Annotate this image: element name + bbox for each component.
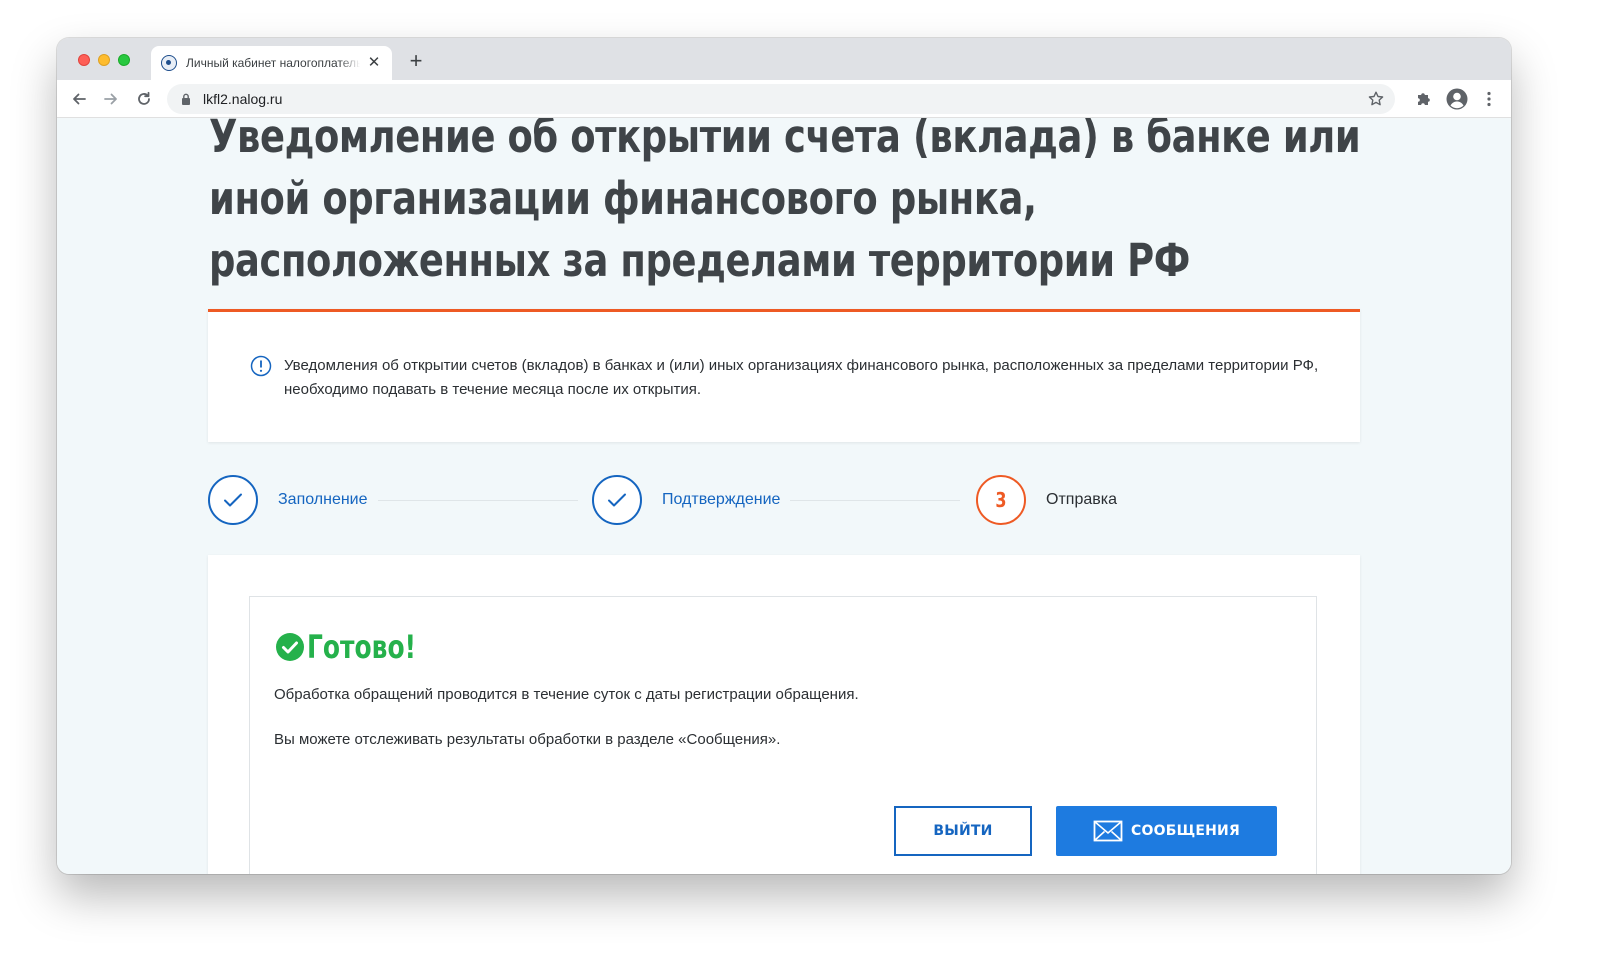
info-icon: [250, 355, 272, 377]
puzzle-icon: [1418, 93, 1430, 105]
browser-window: Личный кабинет налогоплательщика ✕ + lkf…: [57, 38, 1511, 874]
check-icon: [224, 493, 242, 507]
reload-icon: [138, 91, 150, 105]
result-message: Обработка обращений проводится в течение…: [274, 686, 859, 703]
notice-text: Уведомления об открытии счетов (вкладов)…: [284, 357, 1319, 398]
check-icon: [608, 493, 626, 507]
browser-tab[interactable]: Личный кабинет налогоплательщика ✕: [151, 46, 392, 80]
extensions-button[interactable]: [1413, 88, 1435, 110]
step-label: Отправка: [1046, 491, 1117, 508]
address-bar[interactable]: lkfl2.nalog.ru: [167, 84, 1395, 114]
notice-card: Уведомления об открытии счетов (вкладов)…: [208, 309, 1360, 442]
step-circle: [592, 475, 642, 525]
browser-toolbar: lkfl2.nalog.ru: [57, 80, 1511, 118]
step-sending: 3 Отправка: [976, 473, 1117, 527]
result-panel: Готово! Обработка обращений проводится в…: [249, 596, 1317, 874]
forward-arrow-icon: [104, 93, 117, 105]
address-url: lkfl2.nalog.ru: [203, 91, 283, 107]
step-number: 3: [995, 488, 1007, 512]
messages-button-label: СООБЩЕНИЯ: [1131, 823, 1240, 839]
close-window-button[interactable]: [78, 54, 90, 66]
browser-menu-button[interactable]: [1478, 88, 1500, 110]
favicon-icon: [161, 55, 177, 71]
messages-button[interactable]: СООБЩЕНИЯ: [1056, 806, 1277, 856]
step-confirmation[interactable]: Подтверждение: [592, 473, 961, 527]
step-circle-current: 3: [976, 475, 1026, 525]
profile-icon: [1446, 88, 1468, 110]
step-label: Подтверждение: [662, 491, 781, 508]
exit-button[interactable]: ВЫЙТИ: [894, 806, 1032, 856]
reload-button[interactable]: [133, 88, 155, 110]
back-button[interactable]: [68, 88, 90, 110]
result-header: Готово!: [275, 628, 447, 666]
step-connector: [790, 499, 961, 501]
star-icon[interactable]: [1367, 90, 1385, 108]
step-filling[interactable]: Заполнение: [208, 473, 578, 527]
result-message: Вы можете отслеживать результаты обработ…: [274, 731, 781, 748]
kebab-menu-icon: [1487, 91, 1491, 107]
tab-title: Личный кабинет налогоплательщика: [186, 56, 361, 70]
new-tab-button[interactable]: +: [405, 49, 427, 73]
progress-steps: Заполнение Подтверждение 3 Отправка: [208, 473, 1360, 527]
page-content: Уведомление об открытии счета (вклада) в…: [57, 118, 1511, 874]
tab-strip: Личный кабинет налогоплательщика ✕ +: [57, 38, 1511, 80]
step-connector: [377, 499, 578, 501]
step-circle: [208, 475, 258, 525]
success-check-icon: [276, 633, 304, 661]
forward-button[interactable]: [100, 88, 122, 110]
envelope-icon: [1093, 820, 1123, 842]
maximize-window-button[interactable]: [118, 54, 130, 66]
step-label: Заполнение: [278, 491, 368, 508]
result-title: Готово!: [307, 628, 416, 666]
tab-close-icon[interactable]: ✕: [366, 55, 382, 71]
profile-button[interactable]: [1446, 88, 1468, 110]
page-title: Уведомление об открытии счета (вклада) в…: [209, 118, 1361, 287]
back-arrow-icon: [73, 93, 86, 105]
result-card: Готово! Обработка обращений проводится в…: [208, 555, 1360, 874]
lock-icon: [182, 93, 190, 105]
minimize-window-button[interactable]: [98, 54, 110, 66]
